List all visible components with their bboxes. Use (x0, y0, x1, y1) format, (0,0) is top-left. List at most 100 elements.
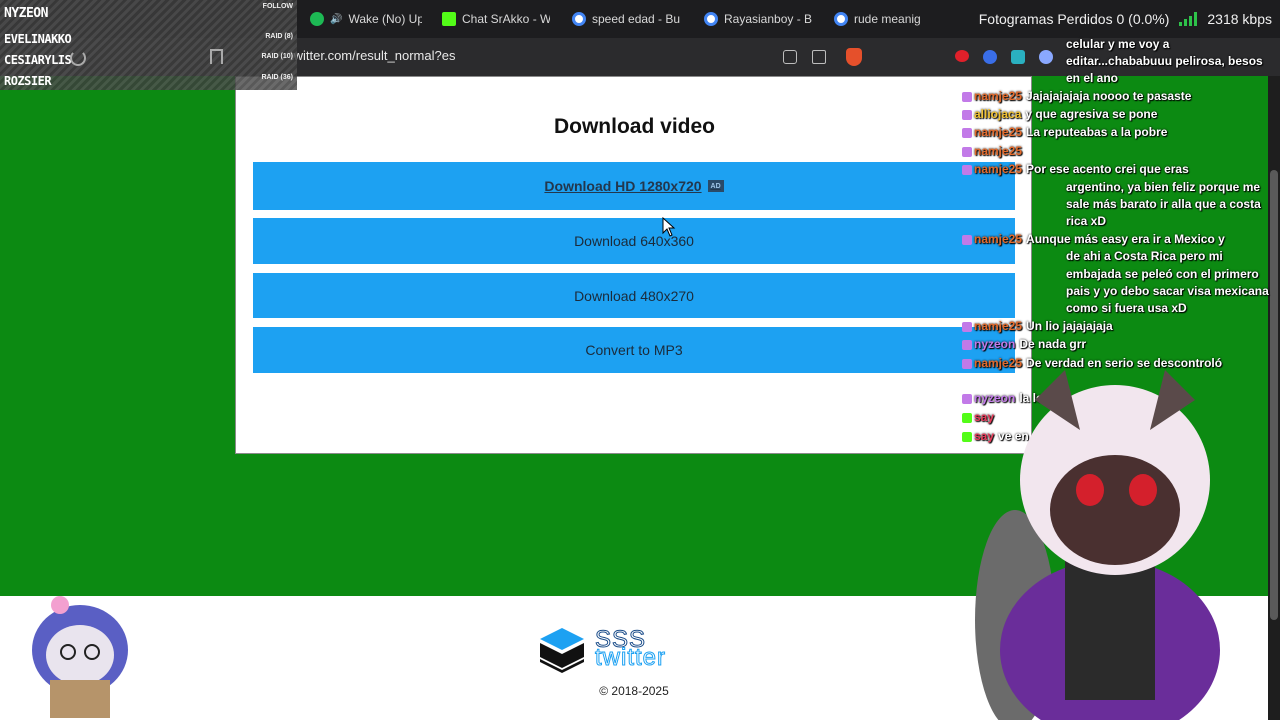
chat-badge-icon (962, 109, 972, 120)
chat-badge-icon (962, 127, 972, 138)
raid-name: EVELINAKKO (4, 32, 72, 46)
chat-text: como si fuera usa xD (1066, 301, 1187, 315)
chat-badge-icon (962, 91, 972, 102)
tab-google-rayasianboy[interactable]: Rayasianboy - B (704, 8, 812, 30)
chat-text: celular y me voy a (1066, 37, 1170, 51)
share-icon[interactable] (812, 50, 826, 64)
raid-tag: RAID (10) (261, 53, 293, 60)
chat-username: namje25 (974, 125, 1023, 139)
tab-label: Wake (No) Up (348, 12, 422, 26)
chat-message: namje25 (962, 143, 1026, 160)
chat-username: namje25 (974, 319, 1023, 333)
reload-icon[interactable] (70, 50, 86, 66)
kick-icon (442, 12, 456, 26)
chat-username: namje25 (974, 144, 1023, 158)
download-card: Download video Download HD 1280x720 AD D… (235, 76, 1032, 454)
download-hd-button[interactable]: Download HD 1280x720 AD (253, 162, 1015, 210)
chat-badge-icon (962, 234, 972, 245)
speaker-icon: 🔊 (330, 13, 343, 25)
download-480-button[interactable]: Download 480x270 (253, 273, 1015, 318)
chat-text: y que agresiva se pone (1025, 107, 1158, 121)
chat-message: argentino, ya bien feliz porque me (1066, 179, 1260, 196)
chat-text: en el ano (1066, 71, 1119, 85)
tab-label: Chat SrAkko - W (462, 12, 550, 26)
chat-badge-icon (962, 146, 972, 157)
chat-text: pais y yo debo sacar visa mexicana (1066, 284, 1269, 298)
chat-message: namje25 Un lio jajajajaja (962, 318, 1113, 335)
chat-text: argentino, ya bien feliz porque me (1066, 180, 1261, 194)
raid-name: CESIARYLIS (4, 53, 72, 67)
page-title: Download video (553, 115, 715, 138)
chat-text: sale más barato ir alla que a costa (1066, 197, 1261, 211)
logo-text-twitter: twitter (594, 644, 667, 672)
chat-message: celular y me voy a (1066, 36, 1169, 53)
dropped-frames: Fotogramas Perdidos 0 (0.0%) (978, 11, 1170, 27)
chat-message: sale más barato ir alla que a costa (1066, 196, 1261, 213)
tab-label: speed edad - Bus (592, 12, 680, 26)
chat-message: como si fuera usa xD (1066, 300, 1187, 317)
extension-lilac-icon[interactable] (1039, 50, 1053, 64)
chat-text: Un lio jajajajaja (1026, 319, 1113, 333)
bitrate: 2318 kbps (1207, 11, 1272, 27)
bookmark-icon[interactable] (210, 49, 223, 64)
follow-tag: FOLLOW (262, 3, 293, 10)
chat-username: namje25 (974, 232, 1023, 246)
chat-text: Aunque más easy era ir a Mexico y (1026, 232, 1225, 246)
brave-shield-icon[interactable] (846, 48, 862, 66)
follow-name: NYZEON (4, 6, 48, 21)
download-640-button[interactable]: Download 640x360 (253, 218, 1015, 264)
chat-message: de ahi a Costa Rica pero mi (1066, 248, 1223, 265)
tab-kick-chat[interactable]: Chat SrAkko - W (442, 8, 550, 30)
extension-blue-icon[interactable] (983, 50, 997, 64)
chat-message: namje25 Por ese acento crei que eras (962, 161, 1189, 178)
chat-message: nyzeon De nada grr (962, 336, 1086, 353)
google-icon (834, 12, 848, 26)
chat-message: embajada se peleó con el primero (1066, 266, 1259, 283)
chat-username: alliojaca (974, 107, 1022, 121)
chat-message: en el ano (1066, 70, 1118, 87)
tab-label: rude meanig (854, 12, 921, 26)
chat-text: Por ese acento crei que eras (1026, 162, 1189, 176)
chat-text: de ahi a Costa Rica pero mi (1066, 249, 1223, 263)
scrollbar-thumb[interactable] (1270, 170, 1278, 620)
chat-message: rica xD (1066, 213, 1106, 230)
tab-google-rude[interactable]: rude meanig (834, 8, 924, 30)
chat-message: namje25 Jajajajajaja noooo te pasaste (962, 88, 1191, 105)
chat-text: editar...chababuuu pelirosa, besos (1066, 54, 1263, 68)
address-bar[interactable]: twitter.com/result_normal?es (290, 48, 455, 63)
vtuber-avatar (975, 370, 1220, 720)
clipboard-icon[interactable] (783, 50, 797, 64)
chat-text: Jajajajajaja noooo te pasaste (1026, 89, 1192, 103)
google-icon (572, 12, 586, 26)
chat-message: editar...chababuuu pelirosa, besos (1066, 53, 1263, 70)
chat-text: La reputeabas a la pobre (1026, 125, 1168, 139)
raid-tag: RAID (8) (265, 33, 293, 40)
extension-teal-icon[interactable] (1011, 50, 1025, 64)
tab-google-speed[interactable]: speed edad - Bus (572, 8, 680, 30)
cursor-icon (662, 217, 676, 237)
chat-badge-icon (962, 339, 972, 350)
chat-username: namje25 (974, 89, 1023, 103)
chat-username: nyzeon (974, 337, 1016, 351)
extension-red-icon[interactable] (955, 50, 969, 62)
chat-message: alliojaca y que agresiva se pone (962, 106, 1157, 123)
vtuber-avatar-small (32, 596, 128, 718)
chat-badge-icon (962, 164, 972, 175)
convert-mp3-button[interactable]: Convert to MP3 (253, 327, 1015, 373)
stream-stats: Fotogramas Perdidos 0 (0.0%) 2318 kbps (979, 11, 1272, 27)
button-label: Convert to MP3 (585, 342, 683, 358)
sss-twitter-logo-icon[interactable] (538, 626, 586, 674)
chat-text: embajada se peleó con el primero (1066, 267, 1259, 281)
signal-icon (1179, 12, 1198, 26)
chat-text: De nada grr (1019, 337, 1087, 351)
button-label: Download HD 1280x720 (544, 178, 702, 194)
stream-overlay-events: NYZEON FOLLOW EVELINAKKO RAID (8) CESIAR… (0, 0, 297, 90)
google-icon (704, 12, 718, 26)
raid-tag: RAID (36) (261, 74, 293, 81)
chat-text: rica xD (1066, 214, 1107, 228)
spotify-icon (310, 12, 324, 26)
tab-label: Rayasianboy - B (724, 12, 812, 26)
chat-message: namje25 La reputeabas a la pobre (962, 124, 1167, 141)
chat-username: namje25 (974, 162, 1023, 176)
tab-spotify[interactable]: 🔊 Wake (No) Up (310, 8, 422, 30)
